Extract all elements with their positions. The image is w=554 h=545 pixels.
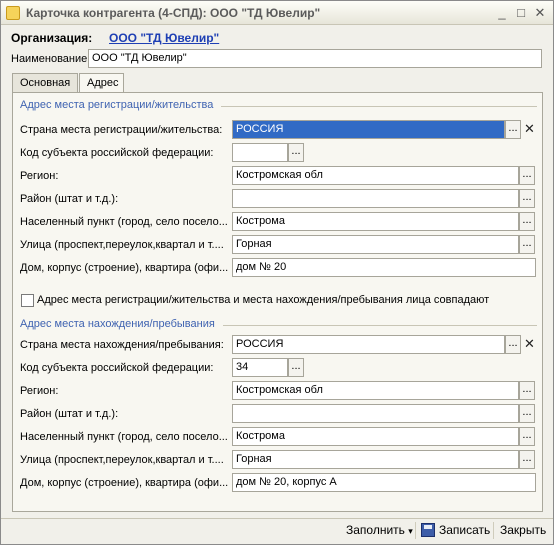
- reg-code-label: Код субъекта российской федерации:: [20, 147, 214, 159]
- loc-street-select-button[interactable]: ...: [519, 450, 535, 469]
- reg-country-field[interactable]: РОССИЯ: [232, 120, 505, 139]
- organization-link[interactable]: ООО "ТД Ювелир": [109, 31, 219, 45]
- save-icon: [421, 523, 435, 537]
- loc-district-label: Район (штат и т.д.):: [20, 408, 119, 420]
- location-group-title: Адрес места нахождения/пребывания: [20, 318, 215, 330]
- loc-region-label: Регион:: [20, 385, 59, 397]
- reg-region-label: Регион:: [20, 170, 59, 182]
- toolbar-separator: [493, 522, 494, 539]
- loc-locality-field[interactable]: Кострома: [232, 427, 519, 446]
- loc-country-clear-icon[interactable]: ✕: [522, 335, 537, 354]
- reg-region-select-button[interactable]: ...: [519, 166, 535, 185]
- reg-region-field[interactable]: Костромская обл: [232, 166, 519, 185]
- fill-button[interactable]: Заполнить ▾: [346, 523, 413, 537]
- chevron-down-icon: ▾: [408, 526, 413, 536]
- name-label: Наименование:: [11, 53, 91, 65]
- reg-street-select-button[interactable]: ...: [519, 235, 535, 254]
- loc-country-label: Страна места нахождения/пребывания:: [20, 339, 224, 351]
- group-divider: [221, 106, 537, 107]
- loc-country-select-button[interactable]: ...: [505, 335, 521, 354]
- loc-house-label: Дом, корпус (строение), квартира (офи...: [20, 477, 229, 489]
- group-divider: [223, 325, 537, 326]
- name-field[interactable]: ООО "ТД Ювелир": [88, 49, 542, 68]
- loc-house-field[interactable]: дом № 20, корпус А: [232, 473, 536, 492]
- reg-country-select-button[interactable]: ...: [505, 120, 521, 139]
- window-title: Карточка контрагента (4-СПД): ООО "ТД Юв…: [26, 6, 321, 20]
- reg-house-field[interactable]: дом № 20: [232, 258, 536, 277]
- loc-country-field[interactable]: РОССИЯ: [232, 335, 505, 354]
- same-address-label[interactable]: Адрес места регистрации/жительства и мес…: [37, 294, 489, 306]
- minimize-icon[interactable]: _: [494, 5, 510, 21]
- reg-street-field[interactable]: Горная: [232, 235, 519, 254]
- loc-code-field[interactable]: 34: [232, 358, 288, 377]
- reg-locality-field[interactable]: Кострома: [232, 212, 519, 231]
- reg-locality-select-button[interactable]: ...: [519, 212, 535, 231]
- reg-district-field[interactable]: [232, 189, 519, 208]
- reg-locality-label: Населенный пункт (город, село посело...: [20, 216, 228, 228]
- registration-group-title: Адрес места регистрации/жительства: [20, 99, 214, 111]
- reg-code-field[interactable]: [232, 143, 288, 162]
- close-icon[interactable]: ✕: [532, 5, 548, 21]
- tab-main[interactable]: Основная: [12, 73, 78, 93]
- loc-district-field[interactable]: [232, 404, 519, 423]
- reg-district-label: Район (штат и т.д.):: [20, 193, 119, 205]
- save-button[interactable]: Записать: [439, 523, 490, 537]
- same-address-checkbox[interactable]: [21, 294, 34, 307]
- reg-country-label: Страна места регистрации/жительства:: [20, 124, 223, 136]
- loc-code-select-button[interactable]: ...: [288, 358, 304, 377]
- fill-button-label: Заполнить: [346, 523, 405, 537]
- title-bar[interactable]: Карточка контрагента (4-СПД): ООО "ТД Юв…: [1, 1, 553, 25]
- reg-house-label: Дом, корпус (строение), квартира (офи...: [20, 262, 229, 274]
- loc-code-label: Код субъекта российской федерации:: [20, 362, 214, 374]
- counterparty-card-window: Карточка контрагента (4-СПД): ООО "ТД Юв…: [0, 0, 554, 545]
- window-icon: [6, 6, 20, 20]
- maximize-icon[interactable]: □: [513, 5, 529, 21]
- reg-district-select-button[interactable]: ...: [519, 189, 535, 208]
- close-button[interactable]: Закрыть: [500, 523, 546, 537]
- loc-locality-select-button[interactable]: ...: [519, 427, 535, 446]
- reg-country-clear-icon[interactable]: ✕: [522, 120, 537, 139]
- tab-address[interactable]: Адрес: [79, 73, 124, 94]
- loc-street-label: Улица (проспект,переулок,квартал и т....: [20, 454, 224, 466]
- toolbar-separator: [415, 522, 416, 539]
- reg-code-select-button[interactable]: ...: [288, 143, 304, 162]
- reg-street-label: Улица (проспект,переулок,квартал и т....: [20, 239, 224, 251]
- loc-region-field[interactable]: Костромская обл: [232, 381, 519, 400]
- loc-region-select-button[interactable]: ...: [519, 381, 535, 400]
- loc-locality-label: Населенный пункт (город, село посело...: [20, 431, 228, 443]
- loc-street-field[interactable]: Горная: [232, 450, 519, 469]
- loc-district-select-button[interactable]: ...: [519, 404, 535, 423]
- organization-label: Организация:: [11, 31, 93, 45]
